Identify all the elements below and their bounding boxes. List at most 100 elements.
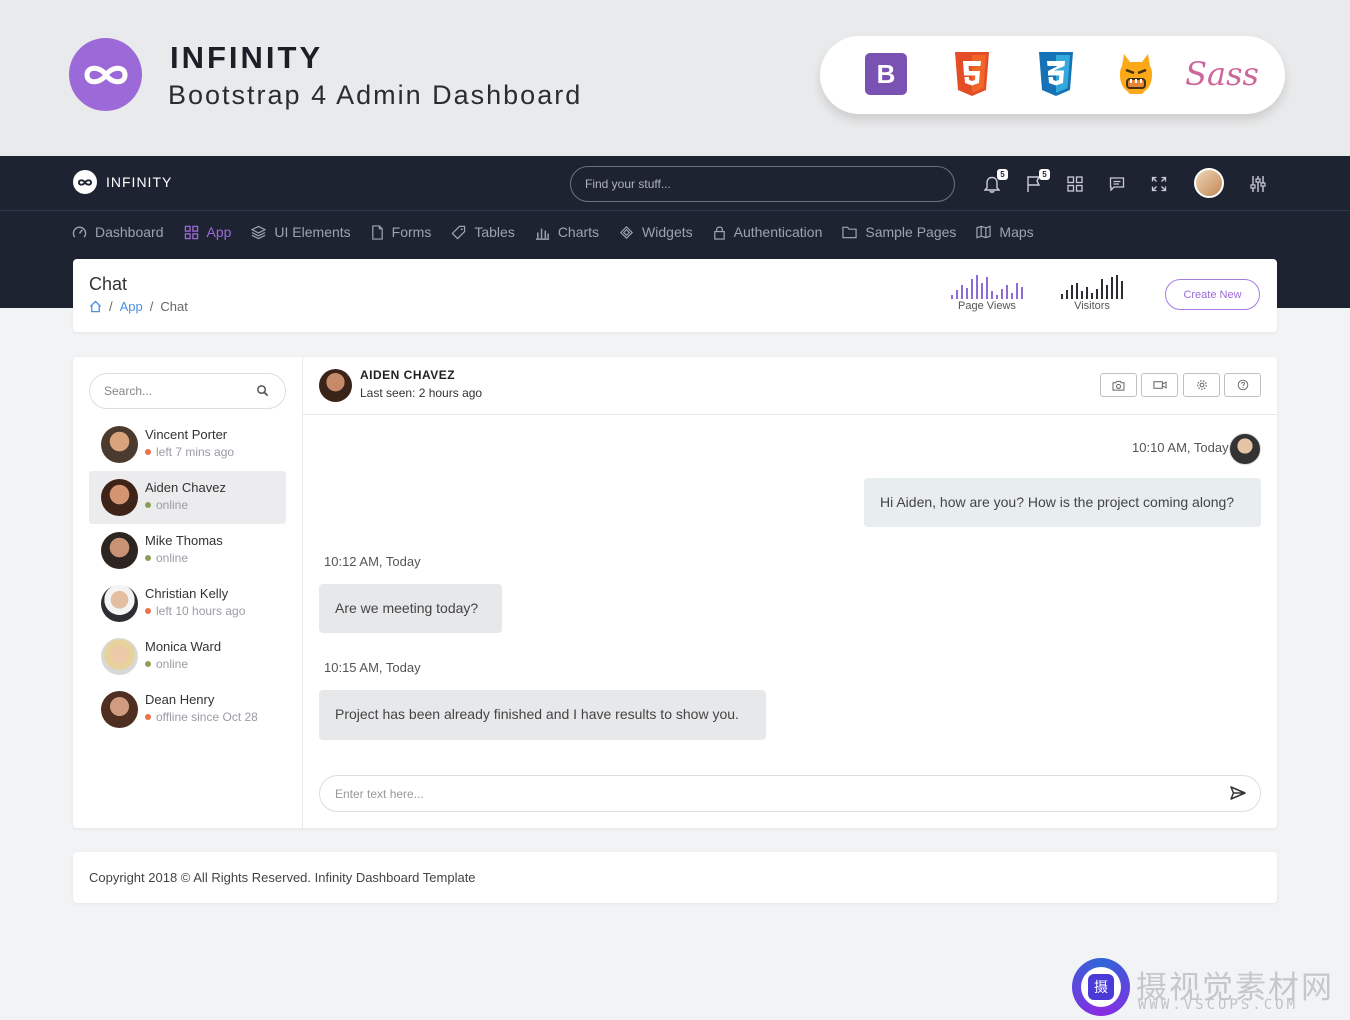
send-icon[interactable] [1230,785,1246,801]
tag-icon [451,225,466,239]
settings-sliders-icon[interactable] [1248,174,1268,194]
sparkline-bar [1016,283,1018,299]
sparkline-bar [1111,277,1113,299]
contact-item[interactable]: Mike Thomas online [89,524,286,577]
breadcrumb: / App / Chat [89,299,188,314]
contact-item[interactable]: Aiden Chavez online [89,471,286,524]
infinity-logo-icon [73,170,97,194]
chat-card: Search... Vincent Porter left 7 mins ago… [73,357,1277,828]
contact-status-text: online [156,498,189,512]
sparkline-bar [1006,285,1008,299]
promo-title: INFINITY [170,40,324,75]
map-icon [976,225,992,239]
sparkline-bar [961,285,963,299]
menu-item-forms[interactable]: Forms [371,220,431,244]
grid-icon [184,225,198,239]
watermark-url: WWW.VSCOPS.COM [1138,997,1299,1013]
sparkline-bar [1061,294,1063,299]
html5-icon [950,52,994,96]
sparkline-bar [1001,289,1003,299]
brand[interactable]: INFINITY [73,170,172,194]
bar-chart-icon [535,228,549,240]
contact-status: online [145,498,188,512]
sparkline-bar [976,275,978,299]
conversation-panel: AIDEN CHAVEZ Last seen: 2 hours ago 10:1… [303,357,1277,828]
contact-status-text: offline since Oct 28 [156,710,258,724]
breadcrumb-separator: / [149,299,154,314]
breadcrumb-current: Chat [160,299,188,314]
message-time: 10:12 AM, Today [324,554,421,569]
camera-icon [1112,380,1125,391]
menu-label: Authentication [733,224,823,240]
menu-item-dashboard[interactable]: Dashboard [72,220,164,244]
menu-item-authentication[interactable]: Authentication [713,220,823,244]
global-search-input[interactable]: Find your stuff... [570,166,955,202]
menu-label: Sample Pages [865,224,957,240]
css3-icon [1034,52,1078,96]
fullscreen-icon[interactable] [1149,174,1169,194]
lock-icon [713,226,725,240]
status-dot [145,608,151,614]
breadcrumb-app[interactable]: App [120,299,143,314]
menu-item-maps[interactable]: Maps [976,220,1034,244]
file-icon [371,224,383,240]
menu-item-sample-pages[interactable]: Sample Pages [842,220,956,244]
sparkline-bar [1116,275,1118,299]
camera-button[interactable] [1100,373,1137,397]
message-time: 10:10 AM, Today [1132,440,1229,455]
sass-icon: Sass [1185,55,1259,93]
contact-name: Mike Thomas [145,533,223,548]
help-icon [1237,379,1248,391]
contact-name: Vincent Porter [145,427,228,442]
avatar [101,638,138,675]
chat-settings-button[interactable] [1183,373,1220,397]
search-icon[interactable] [256,384,269,397]
main-menu: Dashboard App UI Elements Forms Tables C… [72,220,1054,244]
contact-item[interactable]: Dean Henry offline since Oct 28 [89,683,286,736]
grunt-icon [1114,52,1158,96]
dashboard-icon [72,226,87,238]
contact-status: offline since Oct 28 [145,710,258,724]
contact-item[interactable]: Christian Kelly left 10 hours ago [89,577,286,630]
sparkline-bar [996,295,998,299]
menu-item-app[interactable]: App [184,220,231,244]
message-input[interactable]: Enter text here... [319,775,1261,812]
nav-divider [0,210,1350,211]
contact-item[interactable]: Monica Ward online [89,630,286,683]
contact-status-text: online [156,551,189,565]
video-call-button[interactable] [1141,373,1178,397]
promo-subtitle: Bootstrap 4 Admin Dashboard [168,80,583,110]
menu-item-ui-elements[interactable]: UI Elements [251,220,351,244]
home-icon[interactable] [89,300,102,313]
messages-icon[interactable] [1107,174,1127,194]
contact-status: left 7 mins ago [145,445,234,459]
page-views-sparkline: Page Views [951,273,1023,312]
menu-item-widgets[interactable]: Widgets [619,220,693,244]
create-new-button[interactable]: Create New [1165,279,1260,310]
gear-icon [1196,380,1207,390]
menu-label: Charts [557,224,600,240]
avatar [101,585,138,622]
contact-item[interactable]: Vincent Porter left 7 mins ago [89,418,286,471]
sparkline-bar [966,288,968,299]
user-avatar[interactable] [1194,168,1224,198]
menu-label: UI Elements [274,224,351,240]
contact-status-text: online [156,657,189,671]
contact-search-input[interactable]: Search... [89,373,286,409]
menu-item-tables[interactable]: Tables [451,220,515,244]
breadcrumb-separator: / [109,299,113,314]
promo-banner: INFINITY Bootstrap 4 Admin Dashboard B S… [0,0,1350,156]
help-button[interactable] [1224,373,1261,397]
contact-status: online [145,657,188,671]
avatar [101,691,138,728]
message-bubble-sent: Hi Aiden, how are you? How is the projec… [864,478,1261,527]
menu-item-charts[interactable]: Charts [535,220,599,244]
flags-button[interactable]: 5 [1024,169,1050,194]
contact-name: Monica Ward [145,639,222,654]
notifications-button[interactable]: 5 [982,169,1008,194]
sparkline-bar [991,291,993,299]
menu-label: Tables [474,224,515,240]
watermark-logo-icon: 摄 [1072,958,1130,1016]
visitors-sparkline: Visitors [1061,273,1123,312]
apps-grid-icon[interactable] [1065,174,1085,194]
